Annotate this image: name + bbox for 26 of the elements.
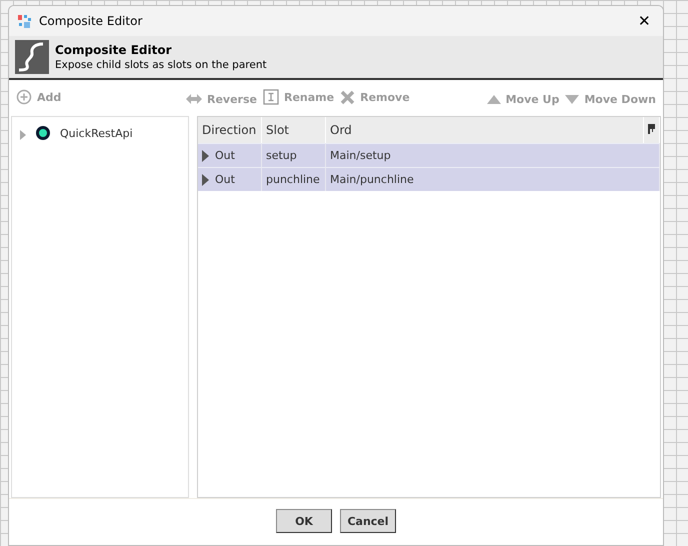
table-cell: punchline <box>266 173 320 186</box>
table-cell: Main/setup <box>330 149 391 162</box>
column-header[interactable]: Ord <box>326 117 644 143</box>
tree-item[interactable]: QuickRestApi <box>60 127 133 140</box>
header-subtitle: Expose child slots as slots on the parent <box>55 59 267 71</box>
header-title: Composite Editor <box>55 43 172 57</box>
double-arrow-icon <box>186 93 202 105</box>
column-header[interactable]: Direction <box>198 117 262 143</box>
s-curve-icon <box>15 40 49 74</box>
close-button[interactable]: ✕ <box>634 12 655 30</box>
table-cell: Main/punchline <box>330 173 414 186</box>
table-cell: Out <box>215 173 235 186</box>
x-icon <box>340 90 356 105</box>
app-logo-icon <box>17 14 32 28</box>
expand-arrow-icon[interactable] <box>202 174 209 186</box>
table-cell: setup <box>266 149 297 162</box>
column-menu-icon[interactable] <box>648 124 656 134</box>
text-cursor-icon <box>263 89 279 105</box>
window-title: Composite Editor <box>39 14 144 28</box>
triangle-up-icon <box>486 94 501 104</box>
cancel-button[interactable]: Cancel <box>340 509 396 533</box>
plus-circle-icon <box>16 89 32 105</box>
table-cell: Out <box>215 149 235 162</box>
triangle-down-icon <box>565 94 580 104</box>
ok-button[interactable]: OK <box>276 509 332 533</box>
column-header[interactable]: Slot <box>262 117 326 143</box>
